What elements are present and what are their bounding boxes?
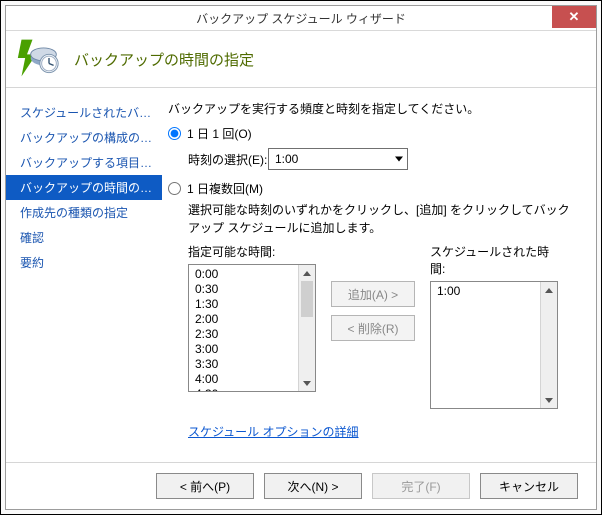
time-select-value: 1:00: [275, 152, 298, 166]
wizard-content: バックアップを実行する頻度と時刻を指定してください。 1 日 1 回(O) 時刻…: [162, 88, 596, 462]
available-times-list[interactable]: 0:000:301:302:002:303:003:304:004:305:00: [188, 264, 316, 392]
finish-button: 完了(F): [372, 473, 470, 499]
close-button[interactable]: ✕: [552, 6, 596, 28]
scheduled-times-list[interactable]: 1:00: [430, 281, 558, 409]
list-item[interactable]: 3:30: [195, 357, 293, 372]
wizard-nav: スケジュールされたバックアッ...バックアップの構成の選択バックアップする項目を…: [6, 88, 162, 462]
available-times-label: 指定可能な時間:: [188, 243, 316, 260]
scroll-down-button[interactable]: [541, 392, 557, 408]
nav-step-5[interactable]: 確認: [6, 225, 162, 250]
remove-button[interactable]: < 削除(R): [331, 315, 415, 341]
caret-up-icon: [545, 288, 553, 293]
option-multiple-a-day[interactable]: 1 日複数回(M): [168, 180, 580, 197]
scrollbar[interactable]: [298, 265, 315, 391]
nav-step-1[interactable]: バックアップの構成の選択: [6, 125, 162, 150]
titlebar: バックアップ スケジュール ウィザード ✕: [6, 6, 596, 31]
caret-up-icon: [303, 271, 311, 276]
list-item[interactable]: 3:00: [195, 342, 293, 357]
prev-button[interactable]: < 前へ(P): [156, 473, 254, 499]
list-item[interactable]: 4:00: [195, 372, 293, 387]
scrollbar[interactable]: [540, 282, 557, 408]
scheduled-times-label: スケジュールされた時間:: [430, 243, 558, 277]
radio-once[interactable]: [168, 127, 181, 140]
add-button[interactable]: 追加(A) >: [331, 281, 415, 307]
list-item[interactable]: 4:30: [195, 387, 293, 392]
next-button[interactable]: 次へ(N) >: [264, 473, 362, 499]
intro-text: バックアップを実行する頻度と時刻を指定してください。: [168, 100, 580, 117]
wizard-header: バックアップの時間の指定: [6, 31, 596, 87]
time-select[interactable]: 1:00: [268, 148, 408, 170]
wizard-icon: [16, 36, 60, 83]
nav-step-4[interactable]: 作成先の種類の指定: [6, 200, 162, 225]
nav-step-2[interactable]: バックアップする項目を選択: [6, 150, 162, 175]
list-item[interactable]: 1:00: [437, 284, 535, 299]
multi-description: 選択可能な時刻のいずれかをクリックし、[追加] をクリックしてバックアップ スケ…: [188, 201, 580, 237]
option-once-a-day[interactable]: 1 日 1 回(O): [168, 125, 580, 142]
caret-down-icon: [545, 398, 553, 403]
list-item[interactable]: 0:00: [195, 267, 293, 282]
cancel-button[interactable]: キャンセル: [480, 473, 578, 499]
nav-step-3[interactable]: バックアップの時間の指定: [6, 175, 162, 200]
page-title: バックアップの時間の指定: [74, 49, 254, 70]
nav-step-0[interactable]: スケジュールされたバックアッ...: [6, 100, 162, 125]
window-title: バックアップ スケジュール ウィザード: [6, 10, 596, 27]
scroll-up-button[interactable]: [541, 282, 557, 298]
list-item[interactable]: 2:30: [195, 327, 293, 342]
scroll-thumb[interactable]: [301, 281, 313, 317]
close-icon: ✕: [569, 9, 580, 25]
caret-down-icon: [303, 381, 311, 386]
radio-multi[interactable]: [168, 182, 181, 195]
option-once-label: 1 日 1 回(O): [187, 125, 252, 142]
time-select-label: 時刻の選択(E):: [188, 151, 268, 168]
scroll-up-button[interactable]: [299, 265, 315, 281]
option-multi-label: 1 日複数回(M): [187, 180, 263, 197]
chevron-down-icon: [395, 157, 403, 162]
wizard-footer: < 前へ(P) 次へ(N) > 完了(F) キャンセル: [6, 462, 596, 509]
list-item[interactable]: 1:30: [195, 297, 293, 312]
schedule-options-details-link[interactable]: スケジュール オプションの詳細: [188, 423, 359, 440]
list-item[interactable]: 0:30: [195, 282, 293, 297]
nav-step-6[interactable]: 要約: [6, 250, 162, 275]
list-item[interactable]: 2:00: [195, 312, 293, 327]
scroll-down-button[interactable]: [299, 375, 315, 391]
